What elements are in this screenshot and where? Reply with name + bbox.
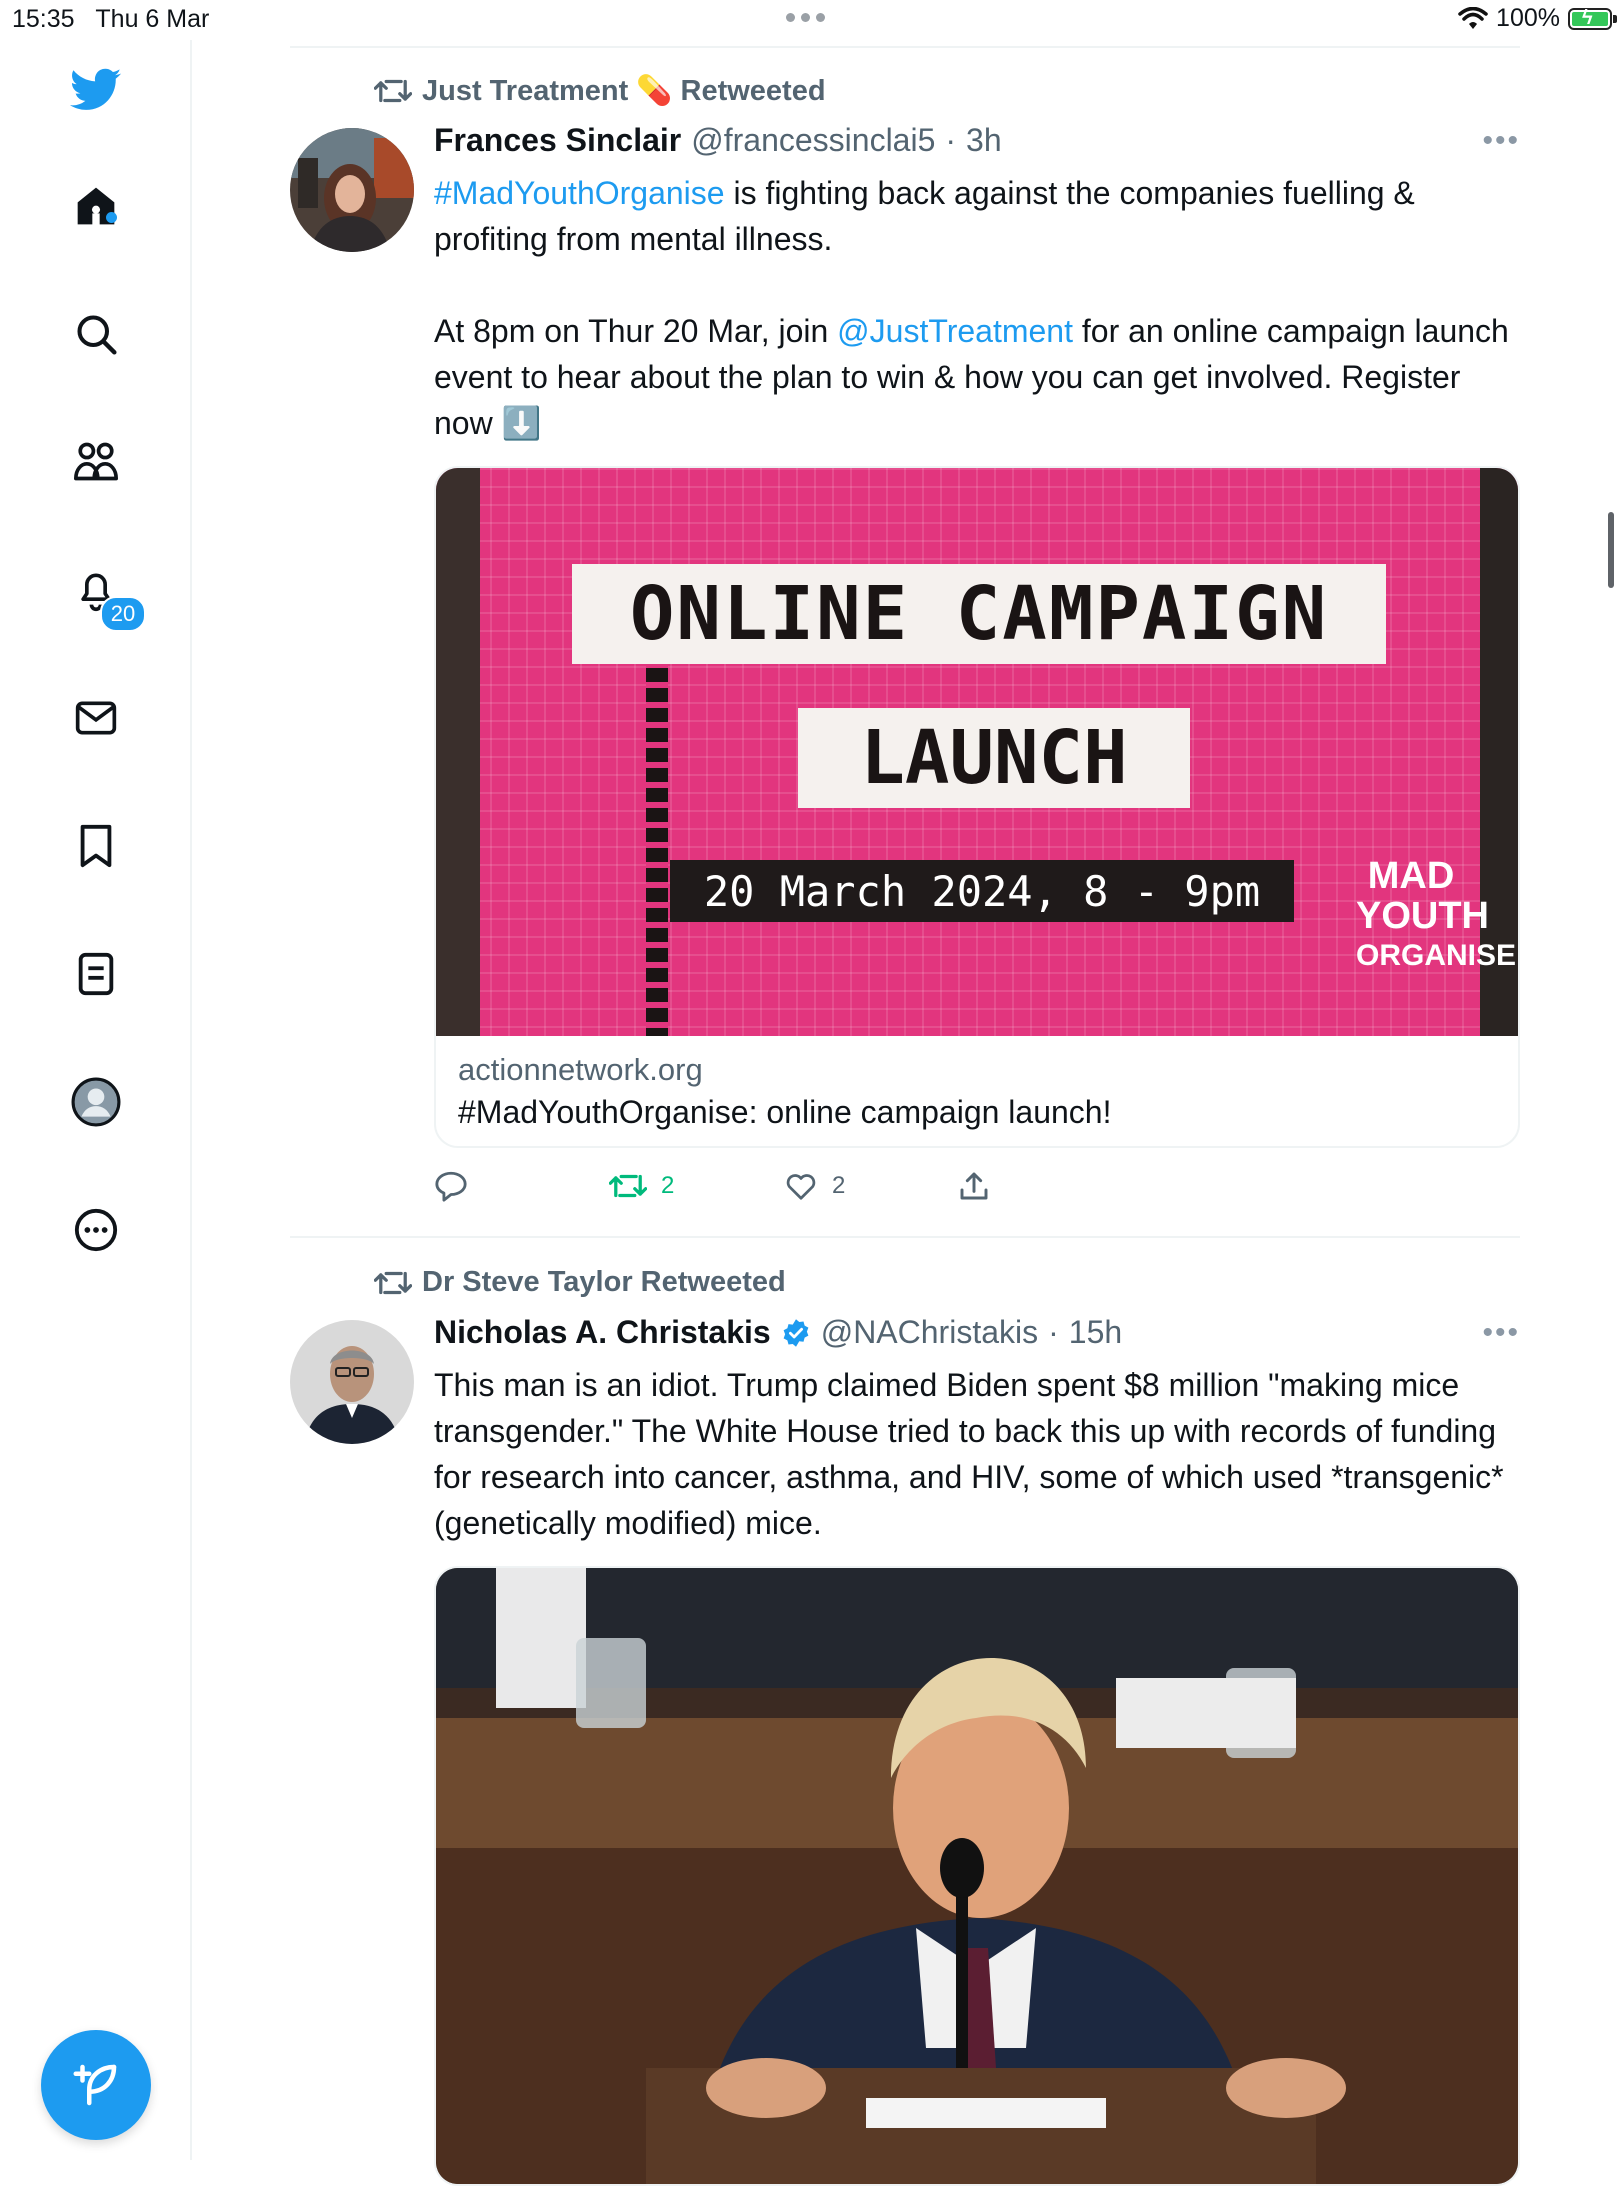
wifi-icon: [1458, 6, 1488, 29]
card-image-title-1: ONLINE CAMPAIGN: [572, 564, 1386, 664]
tweet-text-paragraph-2: At 8pm on Thur 20 Mar, join @JustTreatme…: [434, 313, 1509, 441]
retweet-context: Just Treatment 💊 Retweeted: [374, 74, 826, 108]
retweet-icon: [609, 1174, 647, 1198]
card-image: ONLINE CAMPAIGN LAUNCH 20 March 2024, 8 …: [436, 468, 1518, 1036]
tweet-actions: 2 2: [434, 1170, 1134, 1202]
retweet-icon: [374, 79, 412, 103]
communities-icon[interactable]: [70, 436, 122, 488]
tweet-time[interactable]: 15h: [1069, 1314, 1122, 1351]
lists-icon[interactable]: [70, 948, 122, 1000]
card-image-logo: MAD YOUTH ORGANISE: [1356, 855, 1517, 972]
avatar[interactable]: [290, 128, 414, 252]
retweet-button[interactable]: 2: [609, 1172, 784, 1200]
feed-top-divider: [290, 46, 1520, 48]
reply-button[interactable]: [434, 1170, 609, 1202]
card-image-date: 20 March 2024, 8 - 9pm: [670, 860, 1294, 922]
home-icon[interactable]: [70, 180, 122, 232]
author-name[interactable]: Frances Sinclair: [434, 122, 681, 159]
twitter-logo-icon[interactable]: [70, 64, 122, 116]
like-count: 2: [832, 1172, 846, 1199]
hashtag-link[interactable]: #MadYouthOrganise: [434, 175, 725, 211]
tweet-text: This man is an idiot. Trump claimed Bide…: [434, 1367, 1504, 1541]
tweet-header: Nicholas A. Christakis @NAChristakis · 1…: [434, 1314, 1123, 1351]
author-name[interactable]: Nicholas A. Christakis: [434, 1314, 771, 1351]
avatar[interactable]: [290, 1320, 414, 1444]
card-domain: actionnetwork.org: [458, 1052, 703, 1087]
battery-percent: 100%: [1496, 4, 1560, 32]
compose-tweet-button[interactable]: [41, 2030, 151, 2140]
retweet-context: Dr Steve Taylor Retweeted: [374, 1266, 786, 1299]
share-icon: [960, 1172, 988, 1200]
status-bar: 15:35 Thu 6 Mar 100% ϟ: [0, 0, 1620, 40]
author-handle[interactable]: @NAChristakis: [821, 1314, 1038, 1351]
compose-feather-icon: [73, 2064, 117, 2106]
share-button[interactable]: [959, 1170, 1134, 1202]
sidebar-nav: 20: [0, 40, 192, 2160]
mention-link[interactable]: @JustTreatment: [837, 313, 1073, 349]
more-options-icon[interactable]: [70, 1204, 122, 1256]
notifications-badge: 20: [100, 596, 146, 632]
tweet-more-icon[interactable]: •••: [1482, 124, 1520, 158]
speaker-photo-image: [436, 1568, 1518, 2184]
home-unread-dot: [106, 212, 117, 223]
heart-icon: [786, 1174, 816, 1200]
profile-avatar-icon[interactable]: [70, 1076, 122, 1128]
author-handle[interactable]: @francessinclai5: [691, 122, 935, 159]
status-time: 15:35 Thu 6 Mar: [12, 5, 210, 33]
card-title: #MadYouthOrganise: online campaign launc…: [458, 1094, 1112, 1130]
tweet-more-icon[interactable]: •••: [1482, 1316, 1520, 1350]
retweet-icon: [374, 1271, 412, 1294]
messages-icon[interactable]: [70, 692, 122, 744]
tweet-divider: [290, 1236, 1520, 1238]
bookmark-icon[interactable]: [70, 820, 122, 872]
tweet-header: Frances Sinclair @francessinclai5 · 3h: [434, 122, 1002, 159]
multitasking-dots-icon[interactable]: [786, 13, 825, 22]
tweet-photo[interactable]: [434, 1566, 1520, 2186]
battery-icon: ϟ: [1568, 7, 1617, 30]
link-card[interactable]: ONLINE CAMPAIGN LAUNCH 20 March 2024, 8 …: [434, 466, 1520, 1148]
like-button[interactable]: 2: [784, 1171, 959, 1201]
tweet-time[interactable]: 3h: [966, 122, 1002, 159]
tweet-text: #MadYouthOrganise is fighting back again…: [434, 175, 1415, 257]
card-image-title-2: LAUNCH: [798, 708, 1190, 808]
status-right: 100% ϟ: [1458, 4, 1617, 33]
scrollbar[interactable]: [1608, 512, 1614, 588]
search-icon[interactable]: [70, 308, 122, 360]
verified-badge-icon: [783, 1318, 809, 1347]
reply-icon: [435, 1171, 467, 1202]
retweet-count: 2: [661, 1172, 675, 1199]
